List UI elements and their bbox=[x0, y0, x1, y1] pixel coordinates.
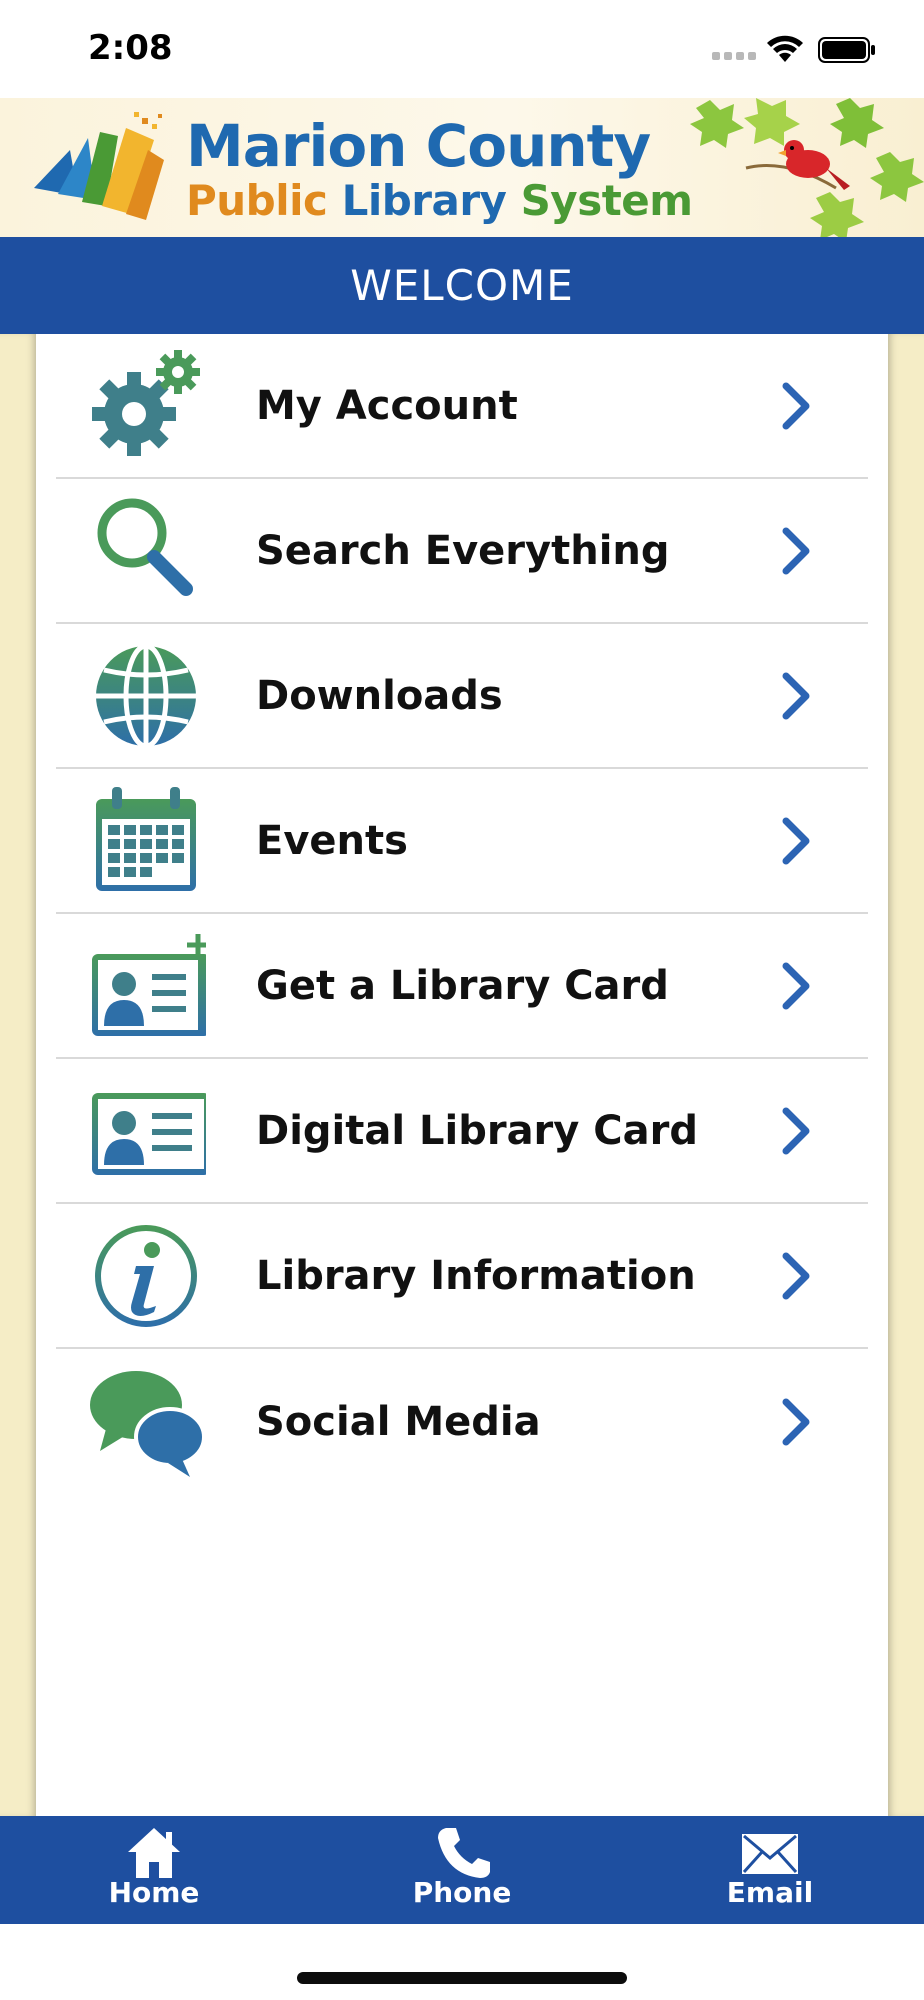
menu-item-label: Digital Library Card bbox=[256, 1107, 698, 1154]
tab-phone-label: Phone bbox=[412, 1876, 512, 1909]
menu-item-library-information[interactable]: Library Information bbox=[56, 1204, 868, 1349]
tab-email-label: Email bbox=[726, 1876, 814, 1909]
calendar-icon bbox=[96, 787, 196, 891]
main-menu: My Account Search Everything Downloads E… bbox=[36, 334, 888, 1816]
home-indicator[interactable] bbox=[297, 1972, 627, 1984]
menu-item-label: Social Media bbox=[256, 1398, 541, 1445]
welcome-title: WELCOME bbox=[350, 261, 574, 310]
chevron-right-icon bbox=[782, 672, 810, 719]
status-bar: 2:08 bbox=[0, 0, 924, 98]
status-time: 2:08 bbox=[88, 28, 173, 68]
chevron-right-icon bbox=[782, 527, 810, 574]
chevron-right-icon bbox=[782, 1398, 810, 1445]
menu-item-my-account[interactable]: My Account bbox=[56, 334, 868, 479]
menu-item-downloads[interactable]: Downloads bbox=[56, 624, 868, 769]
tab-home-label: Home bbox=[108, 1876, 200, 1909]
menu-item-label: Get a Library Card bbox=[256, 962, 669, 1009]
menu-item-events[interactable]: Events bbox=[56, 769, 868, 914]
logo-title: Marion County bbox=[186, 112, 651, 180]
library-logo-icon bbox=[34, 112, 164, 220]
right-background-strip bbox=[888, 334, 924, 1816]
chevron-right-icon bbox=[782, 382, 810, 429]
globe-icon bbox=[96, 643, 196, 749]
chat-bubbles-icon bbox=[90, 1371, 206, 1477]
email-icon bbox=[742, 1834, 798, 1874]
menu-item-get-a-library-card[interactable]: Get a Library Card bbox=[56, 914, 868, 1059]
magnifier-icon bbox=[97, 498, 193, 596]
tab-home[interactable]: Home bbox=[54, 1816, 254, 1924]
phone-icon bbox=[438, 1828, 490, 1878]
menu-item-digital-library-card[interactable]: Digital Library Card bbox=[56, 1059, 868, 1204]
chevron-right-icon bbox=[782, 1107, 810, 1154]
menu-item-social-media[interactable]: Social Media bbox=[56, 1349, 868, 1494]
menu-item-label: Search Everything bbox=[256, 527, 670, 574]
menu-item-search-everything[interactable]: Search Everything bbox=[56, 479, 868, 624]
left-background-strip bbox=[0, 334, 36, 1816]
wifi-icon bbox=[767, 35, 803, 62]
tab-phone[interactable]: Phone bbox=[362, 1816, 562, 1924]
battery-icon bbox=[818, 37, 875, 63]
cardinal-leaves-decoration-icon bbox=[690, 98, 924, 237]
chevron-right-icon bbox=[782, 1252, 810, 1299]
gears-icon bbox=[92, 350, 200, 456]
bottom-tab-bar: Home Phone Email bbox=[0, 1816, 924, 1924]
chevron-right-icon bbox=[782, 962, 810, 1009]
menu-item-label: Events bbox=[256, 817, 408, 864]
menu-item-label: Downloads bbox=[256, 672, 503, 719]
add-card-icon bbox=[92, 934, 206, 1036]
home-icon bbox=[128, 1828, 180, 1878]
logo-subtitle: Public Library System bbox=[186, 176, 693, 225]
header-banner: Marion County Public Library System bbox=[0, 98, 924, 237]
info-icon bbox=[95, 1225, 197, 1327]
tab-email[interactable]: Email bbox=[670, 1816, 870, 1924]
cellular-signal-icon bbox=[712, 52, 756, 60]
menu-item-label: My Account bbox=[256, 382, 518, 429]
welcome-bar: WELCOME bbox=[0, 237, 924, 334]
id-card-icon bbox=[92, 1093, 206, 1175]
chevron-right-icon bbox=[782, 817, 810, 864]
menu-item-label: Library Information bbox=[256, 1252, 696, 1299]
